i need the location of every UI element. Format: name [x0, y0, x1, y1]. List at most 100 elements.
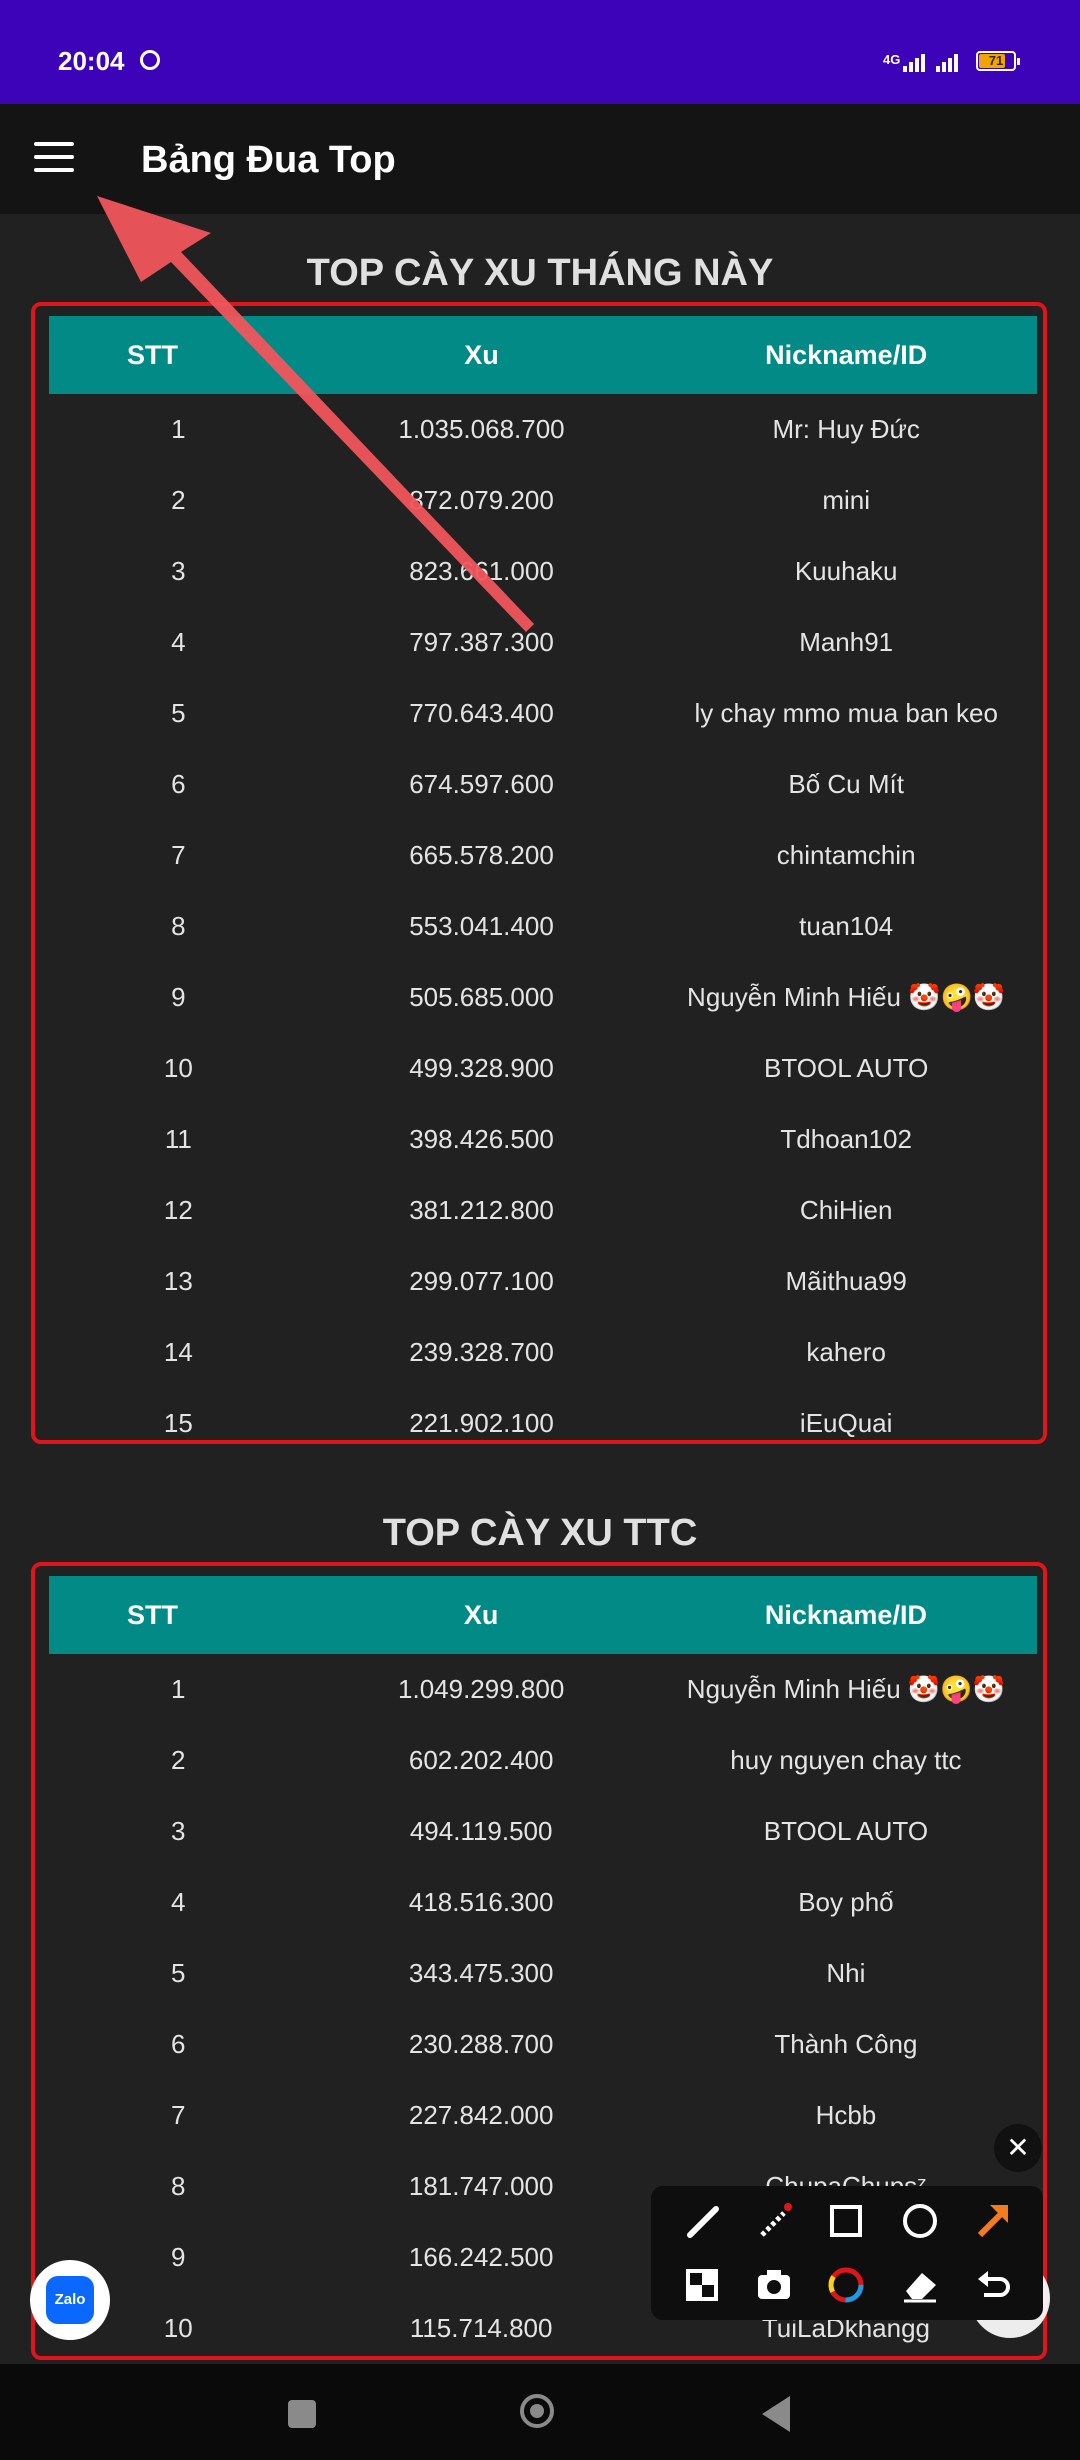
nickname-cell: Hcbb — [815, 2100, 877, 2130]
xu-cell: 381.212.800 — [409, 1195, 554, 1225]
table-row: 10 499.328.900 BTOOL AUTO — [49, 1033, 1037, 1104]
rank-cell: 5 — [171, 1958, 186, 1988]
table-row: 12 381.212.800 ChiHien — [49, 1175, 1037, 1246]
status-bar: 20:04 4G 71 — [0, 0, 1080, 104]
zalo-button[interactable]: Zalo — [30, 2260, 110, 2340]
xu-cell: 299.077.100 — [409, 1266, 554, 1296]
xu-cell: 221.902.100 — [409, 1408, 554, 1438]
signal-icon — [903, 52, 925, 72]
rank-cell: 7 — [171, 2100, 186, 2130]
rectangle-icon[interactable] — [821, 2196, 871, 2246]
blur-icon[interactable] — [677, 2260, 727, 2310]
nickname-cell: Boy phố — [798, 1887, 894, 1917]
page-title: Bảng Đua Top — [141, 139, 396, 181]
arrow-icon[interactable] — [969, 2196, 1019, 2246]
eraser-icon[interactable] — [895, 2260, 945, 2310]
xu-cell: 823.661.000 — [409, 556, 554, 586]
month-table: STT Xu Nickname/ID 1 1.035.068.700 Mr: Huy… — [49, 316, 1037, 1459]
xu-cell: 166.242.500 — [408, 2242, 554, 2272]
col-stt: STT — [49, 1576, 308, 1654]
table-row: 1 1.035.068.700 Mr: Huy Đức — [49, 394, 1037, 465]
network-type: 4G — [883, 52, 901, 67]
xu-cell: 418.516.300 — [408, 1887, 554, 1917]
recents-button[interactable] — [288, 2400, 316, 2428]
table-row: 5 770.643.400 ly chay mmo mua ban keo — [49, 678, 1037, 749]
rank-cell: 2 — [171, 1745, 186, 1775]
nickname-cell: ly chay mmo mua ban keo — [694, 698, 998, 728]
nickname-cell: tuan104 — [799, 911, 894, 941]
color-icon[interactable] — [821, 2260, 871, 2310]
back-button[interactable] — [762, 2396, 790, 2432]
rank-cell: 2 — [171, 485, 186, 515]
camera-icon[interactable] — [749, 2260, 799, 2310]
rank-cell: 5 — [171, 698, 186, 728]
nickname-cell: Tdhoan102 — [780, 1124, 912, 1154]
xu-cell: 1.049.299.800 — [398, 1674, 565, 1704]
home-button[interactable] — [520, 2394, 554, 2428]
nickname-cell: kahero — [806, 1337, 886, 1367]
col-nickname: Nickname/ID — [654, 1576, 1037, 1654]
rank-cell: 1 — [171, 1674, 186, 1704]
zalo-icon: Zalo — [46, 2276, 94, 2324]
xu-cell: 665.578.200 — [409, 840, 554, 870]
col-nickname: Nickname/ID — [655, 316, 1037, 394]
battery-level: 71 — [988, 53, 1004, 68]
nickname-cell: Nguyễn Minh Hiếu 🤡🤪🤡 — [687, 982, 1006, 1012]
nickname-cell: Nguyễn Minh Hiếu 🤡🤪🤡 — [686, 1674, 1006, 1704]
xu-cell: 239.328.700 — [409, 1337, 554, 1367]
rank-cell: 3 — [171, 556, 186, 586]
rank-cell: 11 — [164, 1124, 192, 1154]
rank-cell: 8 — [171, 2171, 186, 2201]
table-row: 8 553.041.400 tuan104 — [49, 891, 1037, 962]
rank-cell: 12 — [163, 1195, 193, 1225]
app-bar: Bảng Đua Top — [0, 104, 1080, 214]
rank-cell: 15 — [163, 1408, 193, 1438]
col-xu: Xu — [307, 1576, 655, 1654]
nickname-cell: huy nguyen chay ttc — [730, 1745, 962, 1775]
rank-cell: 9 — [171, 982, 186, 1012]
nickname-cell: BTOOL AUTO — [764, 1053, 929, 1083]
status-time: 20:04 — [58, 46, 125, 76]
table-row: 7 227.842.000 Hcbb — [49, 2080, 1037, 2151]
xu-cell: 797.387.300 — [409, 627, 554, 657]
xu-cell: 494.119.500 — [409, 1816, 553, 1846]
nickname-cell: Kuuhaku — [794, 556, 898, 586]
xu-cell: 499.328.900 — [409, 1053, 554, 1083]
system-nav-bar — [0, 2364, 1080, 2460]
nickname-cell: Manh91 — [799, 627, 894, 657]
rank-cell: 8 — [171, 911, 186, 941]
table-row: 7 665.578.200 chintamchin — [49, 820, 1037, 891]
xu-cell: 602.202.400 — [408, 1745, 554, 1775]
hamburger-icon[interactable] — [34, 142, 74, 176]
table-row: 6 674.597.600 Bố Cu Mít — [49, 749, 1037, 820]
nickname-cell: mini — [822, 485, 870, 515]
rank-cell: 4 — [171, 627, 186, 657]
xu-cell: 115.714.800 — [409, 2313, 553, 2343]
brush-icon[interactable] — [677, 2196, 727, 2246]
month-board-title: TOP CÀY XU THÁNG NÀY — [306, 252, 774, 294]
rank-cell: 6 — [171, 769, 186, 799]
table-row: 5 343.475.300 Nhi — [49, 1938, 1037, 2009]
table-row: 14 239.328.700 kahero — [49, 1317, 1037, 1388]
undo-icon[interactable] — [969, 2260, 1019, 2310]
screen-record-icon — [140, 50, 160, 70]
xu-cell: 181.747.000 — [408, 2171, 554, 2201]
table-row: 11 398.426.500 Tdhoan102 — [49, 1104, 1037, 1175]
circle-icon[interactable] — [895, 2196, 945, 2246]
mosaic-icon[interactable] — [749, 2196, 799, 2246]
table-row: 2 602.202.400 huy nguyen chay ttc — [49, 1725, 1037, 1796]
rank-cell: 6 — [171, 2029, 186, 2059]
rank-cell: 1 — [171, 414, 186, 444]
nickname-cell: Mãithua99 — [785, 1266, 907, 1296]
xu-cell: 674.597.600 — [409, 769, 554, 799]
table-header: STT Xu Nickname/ID — [49, 1576, 1037, 1654]
table-row: 15 221.902.100 iEuQuai — [49, 1388, 1037, 1459]
rank-cell: 13 — [163, 1266, 193, 1296]
rank-cell: 14 — [163, 1337, 193, 1367]
table-row: 1 1.049.299.800 Nguyễn Minh Hiếu 🤡🤪🤡 — [49, 1654, 1037, 1725]
rank-cell: 4 — [171, 1887, 186, 1917]
rank-cell: 7 — [171, 840, 186, 870]
rank-cell: 3 — [171, 1816, 186, 1846]
close-icon[interactable]: ✕ — [994, 2124, 1042, 2172]
table-row: 6 230.288.700 Thành Công — [49, 2009, 1037, 2080]
